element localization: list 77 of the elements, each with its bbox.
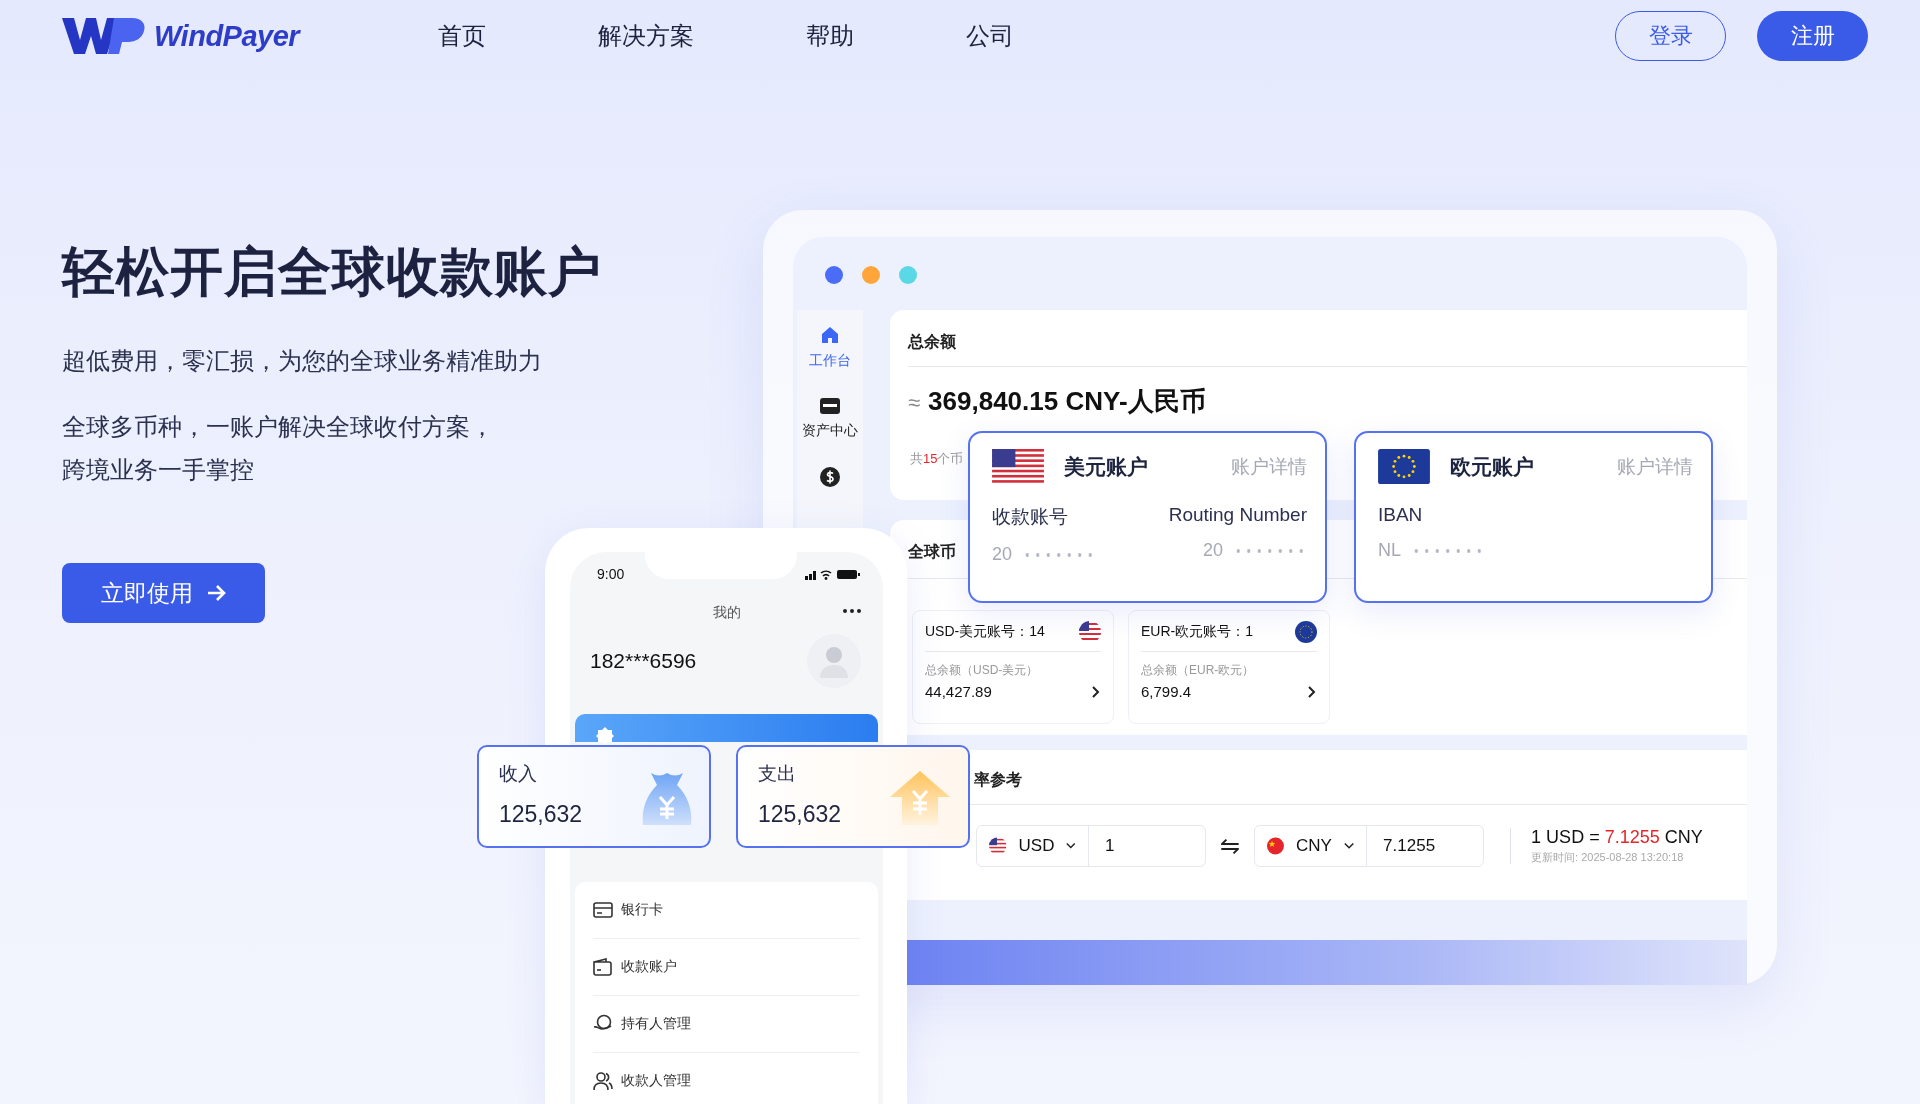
chevron-down-icon (1343, 842, 1355, 850)
screen-title: 我的 (712, 604, 741, 620)
field-label: IBAN (1378, 504, 1424, 526)
stat-label: 支出 (758, 762, 797, 786)
currency-card[interactable]: USD-美元账号：14 总余额（USD-美元） 44,427.89 (912, 610, 1114, 724)
login-button[interactable]: 登录 (1615, 11, 1726, 61)
more-icon[interactable] (843, 609, 861, 613)
exchange-rate: 1 USD = 7.1255 CNY (1531, 827, 1703, 848)
balance-value: 44,427.89 (925, 683, 992, 700)
verification-banner[interactable] (575, 714, 878, 742)
account-name: 美元账户 (1064, 453, 1148, 480)
balance-label: 总余额（EUR-欧元） (1141, 662, 1256, 679)
stat-value: 125,632 (499, 801, 584, 828)
flag-icon (1079, 621, 1101, 643)
flag-icon (1295, 621, 1317, 643)
masked-number: 20 (992, 544, 1097, 565)
total-balance: 369,840.15 CNY-人民币 (928, 385, 1206, 418)
chevron-right-icon (1091, 684, 1101, 699)
stat-label: 收入 (499, 762, 538, 786)
balance-value: 6,799.4 (1141, 683, 1192, 700)
status-time: 9:00 (597, 566, 625, 582)
menu-item[interactable]: 持有人管理 (593, 996, 860, 1053)
chevron-right-icon (1307, 684, 1317, 699)
home-icon (819, 324, 841, 346)
amount-value: 1 (1104, 836, 1116, 856)
stat-value: 125,632 (758, 801, 843, 828)
masked-number: 20 (1202, 540, 1307, 561)
menu-item[interactable]: 银行卡 (593, 882, 860, 939)
currency-code: CNY (1296, 836, 1332, 856)
field-label: Routing Number (1168, 504, 1307, 526)
menu-item[interactable]: 收款人管理 (593, 1053, 860, 1104)
hero-description: 全球多币种，一账户解决全球收付方案， (62, 412, 495, 442)
hero-description: 跨境业务一手掌控 (62, 455, 255, 485)
section-title: 率参考 (974, 770, 1022, 790)
section-title: 总余额 (908, 332, 956, 352)
status-icons (805, 568, 861, 580)
masked-number: NL (1378, 540, 1485, 561)
currency-account-title: EUR-欧元账号：1 (1141, 623, 1253, 641)
swap-icon[interactable]: ⇋ (1220, 832, 1241, 860)
nav-link[interactable]: 首页 (438, 20, 487, 52)
update-time: 更新时间: 2025-08-28 13:20:18 (1531, 850, 1685, 865)
sidebar-item[interactable]: 工作台 (809, 324, 851, 370)
currency-converter-field[interactable]: CNY 7.1255 (1254, 825, 1485, 867)
nav-link[interactable]: 帮助 (806, 20, 855, 52)
signup-button[interactable]: 注册 (1757, 11, 1868, 61)
hero-subtitle: 超低费用，零汇损，为您的全球业务精准助力 (62, 346, 543, 376)
dollar-icon (819, 466, 841, 488)
currency-card[interactable]: EUR-欧元账号：1 总余额（EUR-欧元） 6,799.4 (1128, 610, 1330, 724)
arrow-right-icon (206, 584, 227, 602)
house-arrow-icon (888, 769, 952, 825)
section-title: 全球币 (908, 542, 956, 562)
currency-converter-field[interactable]: USD 1 (976, 825, 1206, 867)
flag-icon (1378, 449, 1430, 484)
currency-account-title: USD-美元账号：14 (925, 623, 1045, 641)
currency-code: USD (1018, 836, 1055, 856)
nav-link[interactable]: 公司 (966, 20, 1015, 52)
flag-icon (1267, 836, 1285, 856)
approx-sign: ≈ (908, 390, 921, 416)
sidebar-item[interactable]: 资产中心 (802, 396, 858, 440)
get-started-button[interactable]: 立即使用 (62, 563, 265, 623)
field-label: 收款账号 (992, 505, 1069, 529)
phone-number: 182***6596 (590, 649, 697, 673)
logo-text: WindPayer (154, 19, 300, 53)
wallet-icon (593, 958, 613, 976)
user-icon (593, 1071, 613, 1091)
sidebar-item[interactable] (819, 466, 841, 488)
bank-card-icon (593, 901, 613, 919)
menu-item[interactable]: 收款账户 (593, 939, 860, 996)
card-icon (819, 396, 841, 416)
nav-link[interactable]: 解决方案 (598, 20, 695, 52)
currency-count: 共15个币 (910, 450, 964, 468)
amount-value: 7.1255 (1382, 836, 1437, 856)
account-name: 欧元账户 (1450, 453, 1534, 480)
balance-label: 总余额（USD-美元） (925, 662, 1040, 679)
flag-icon (992, 449, 1044, 484)
chevron-down-icon (1066, 842, 1076, 850)
hero-title: 轻松开启全球收款账户 (62, 241, 603, 303)
